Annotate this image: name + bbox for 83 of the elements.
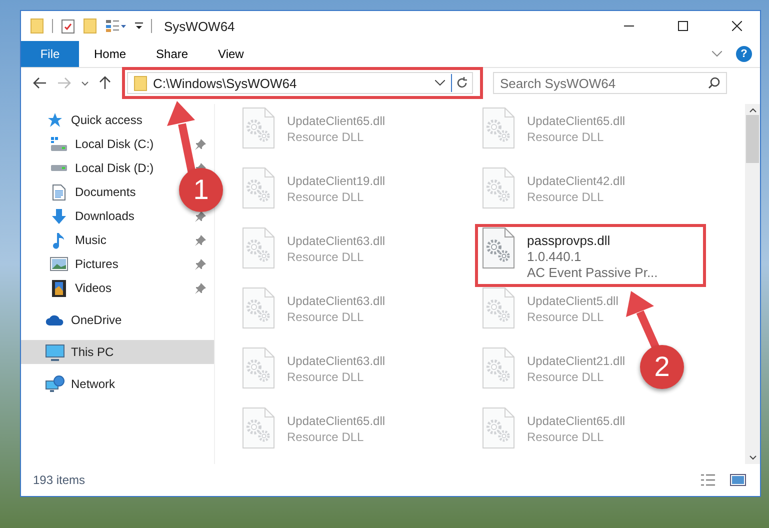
file-detail: Resource DLL [287, 309, 364, 325]
file-detail: Resource DLL [287, 189, 364, 205]
file-detail: AC Event Passive Pr... [527, 265, 658, 281]
nav-item[interactable]: Local Disk (C:) [75, 137, 154, 151]
item-count: 193 items [33, 473, 86, 487]
file-detail: Resource DLL [527, 369, 604, 385]
help-button[interactable]: ? [736, 46, 752, 62]
file-menu-button[interactable]: File [21, 41, 79, 67]
gear-file-icon [482, 167, 515, 209]
nav-item[interactable]: Music [75, 233, 106, 247]
ribbon-tab[interactable]: View [203, 41, 259, 67]
gear-file-icon [242, 227, 275, 269]
file-detail: Resource DLL [527, 189, 604, 205]
monitor-icon [45, 344, 65, 360]
document-icon [52, 184, 66, 200]
file-detail: Resource DLL [287, 249, 364, 265]
window-title: SysWOW64 [164, 18, 235, 34]
scrollbar[interactable] [745, 104, 760, 464]
scroll-down-icon[interactable] [748, 455, 756, 460]
search-icon [708, 77, 720, 89]
drive-icon [50, 136, 68, 152]
picture-icon [50, 257, 68, 271]
properties-icon[interactable] [105, 19, 127, 33]
star-icon [47, 112, 63, 128]
chevron-down-icon[interactable] [435, 80, 445, 86]
details-view-icon[interactable] [700, 474, 716, 486]
callout-arrow [626, 291, 660, 350]
nav-item[interactable]: Downloads [75, 209, 134, 223]
search-field[interactable]: Search SysWOW64 [493, 72, 727, 94]
pin-icon [195, 282, 206, 294]
close-icon[interactable] [732, 21, 742, 31]
pin-icon [195, 138, 206, 150]
gear-file-icon [242, 287, 275, 329]
folder-icon [30, 18, 44, 34]
music-note-icon [53, 232, 65, 248]
download-arrow-icon [51, 208, 67, 224]
drive-icon [50, 164, 68, 172]
gear-file-icon [242, 107, 275, 149]
gear-file-icon [482, 347, 515, 389]
pin-icon [195, 210, 206, 222]
file-detail: Resource DLL [287, 369, 364, 385]
scroll-up-icon[interactable] [748, 108, 756, 113]
file-name[interactable]: passprovps.dll [527, 233, 610, 249]
dropdown-icon[interactable] [135, 21, 143, 31]
nav-item[interactable]: This PC [21, 340, 214, 364]
checklist-icon[interactable] [61, 18, 75, 34]
minimize-icon[interactable] [624, 25, 634, 27]
nav-item[interactable]: Local Disk (D:) [75, 161, 154, 175]
ribbon-tab[interactable]: Home [79, 41, 142, 67]
file-detail: Resource DLL [527, 309, 604, 325]
back-arrow-icon[interactable] [33, 77, 47, 89]
nav-item[interactable]: Pictures [75, 257, 118, 271]
gear-file-icon [242, 407, 275, 449]
scroll-thumb[interactable] [746, 115, 759, 163]
gear-file-icon [242, 347, 275, 389]
film-icon [52, 280, 66, 296]
maximize-icon[interactable] [678, 21, 688, 31]
file-detail: Resource DLL [527, 129, 604, 145]
nav-item[interactable]: Network [21, 372, 214, 396]
folder-icon [134, 76, 147, 90]
pin-icon [195, 234, 206, 246]
file-detail: Resource DLL [527, 429, 604, 445]
gear-file-icon [482, 227, 515, 269]
large-icons-view-icon[interactable] [730, 474, 746, 486]
up-arrow-icon[interactable] [99, 76, 111, 90]
nav-item[interactable]: OneDrive [21, 308, 214, 332]
refresh-icon[interactable] [456, 77, 468, 89]
gear-file-icon [482, 287, 515, 329]
nav-item[interactable]: Videos [75, 281, 112, 295]
file-detail: Resource DLL [287, 129, 364, 145]
network-icon [45, 375, 65, 393]
gear-file-icon [482, 407, 515, 449]
cloud-icon [45, 314, 65, 326]
pin-icon [195, 258, 206, 270]
gear-file-icon [242, 167, 275, 209]
address-field[interactable]: C:\Windows\SysWOW64 [127, 72, 473, 94]
file-detail: Resource DLL [287, 429, 364, 445]
nav-item[interactable]: Quick access [21, 108, 214, 132]
file-detail: 1.0.440.1 [527, 249, 582, 265]
ribbon-tab[interactable]: Share [141, 41, 204, 67]
gear-file-icon [482, 107, 515, 149]
caret-down-icon[interactable] [81, 80, 89, 86]
nav-item[interactable]: Documents [75, 185, 136, 199]
